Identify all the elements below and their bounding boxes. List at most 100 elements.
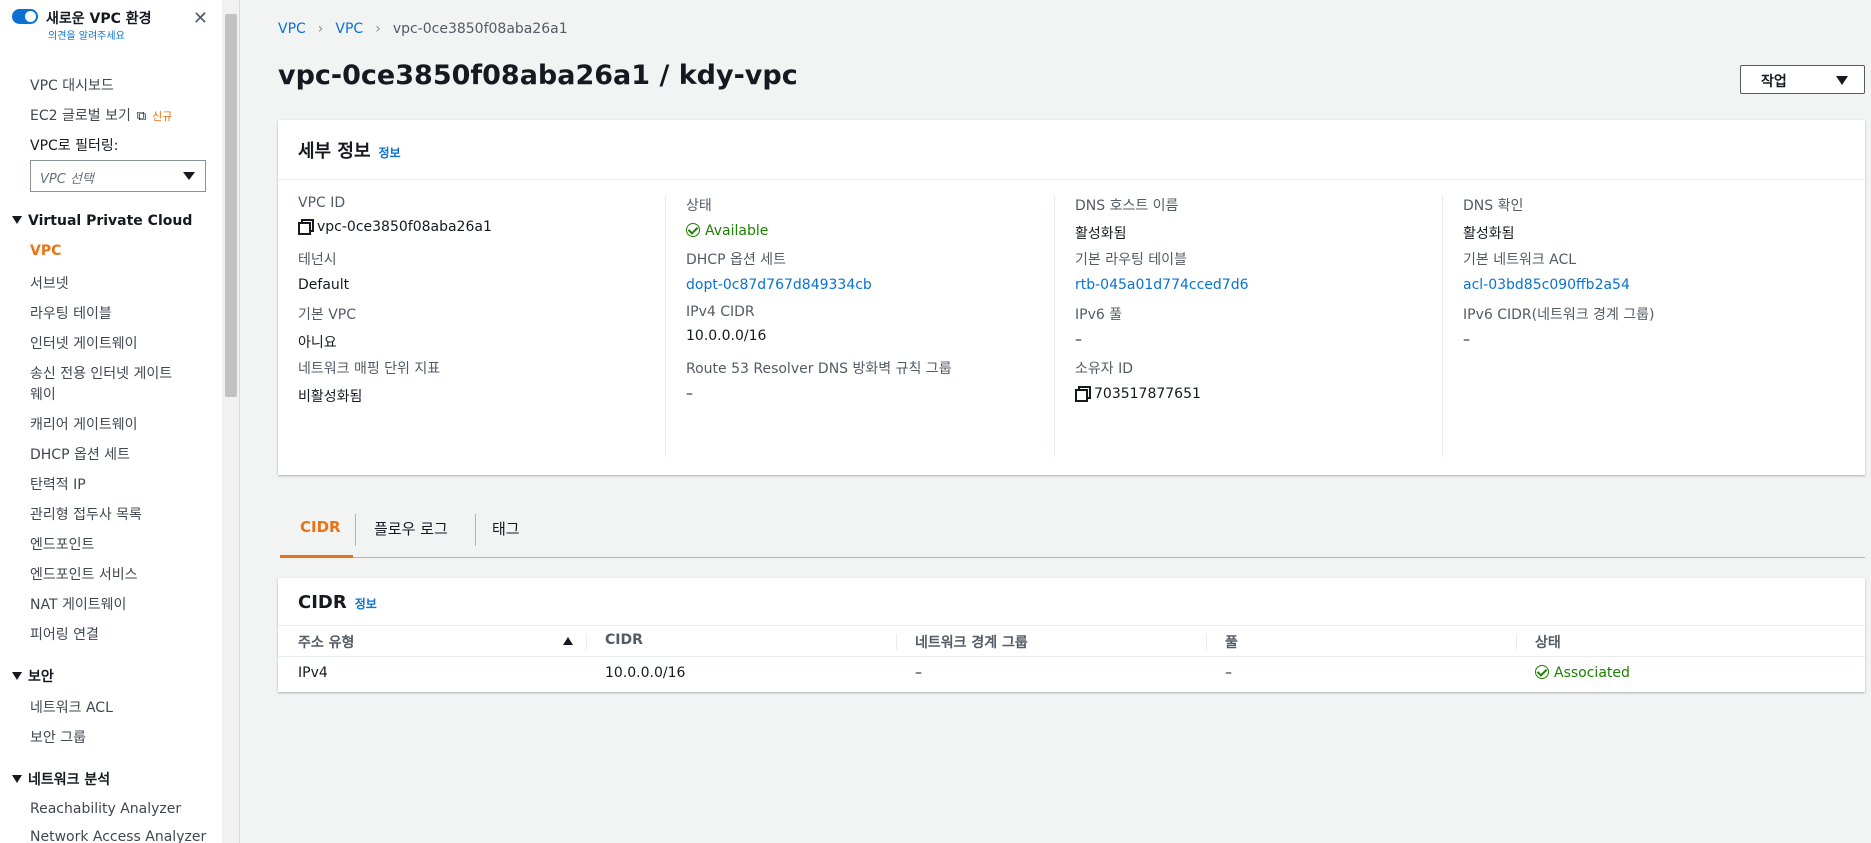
sidebar-item-reachability-analyzer[interactable]: Reachability Analyzer: [30, 801, 181, 817]
cell-address-type: IPv4: [298, 665, 328, 681]
field-owner-id: 소유자 ID 703517877651: [1075, 358, 1201, 402]
sidebar: 새로운 VPC 환경 의견을 알려주세요 ✕ VPC 대시보드 EC2 글로벌 …: [0, 0, 222, 843]
table-row[interactable]: IPv4 10.0.0.0/16 – – Associated: [278, 658, 1865, 691]
tab-flow-logs[interactable]: 플로우 로그: [356, 510, 475, 558]
scrollbar-thumb[interactable]: [225, 14, 237, 397]
sidebar-item-egress-only-igw[interactable]: 송신 전용 인터넷 게이트: [30, 363, 172, 383]
column-divider[interactable]: [586, 634, 587, 650]
field-dns-resolution: DNS 확인 활성화됨: [1463, 195, 1523, 243]
copy-icon[interactable]: [1075, 386, 1091, 402]
check-circle-icon: [686, 223, 700, 237]
sidebar-item-elastic-ips[interactable]: 탄력적 IP: [30, 474, 86, 494]
sidebar-item-internet-gateways[interactable]: 인터넷 게이트웨이: [30, 333, 138, 353]
sidebar-item-dhcp-option-sets[interactable]: DHCP 옵션 세트: [30, 444, 130, 464]
sidebar-item-peering-connections[interactable]: 피어링 연결: [30, 624, 99, 644]
details-column-1: VPC ID vpc-0ce3850f08aba26a1 테넌시 Default…: [278, 195, 668, 457]
cell-status: Associated: [1535, 665, 1630, 681]
column-header-cidr[interactable]: CIDR: [605, 632, 643, 648]
details-header: 세부 정보 정보: [278, 120, 1865, 180]
field-label: IPv4 CIDR: [686, 304, 755, 320]
sidebar-item-endpoints[interactable]: 엔드포인트: [30, 534, 94, 554]
field-label: 기본 라우팅 테이블: [1075, 252, 1187, 268]
section-title: 네트워크 분석: [28, 772, 111, 788]
breadcrumb-vpc[interactable]: VPC: [278, 21, 306, 37]
field-ipv4-cidr: IPv4 CIDR 10.0.0.0/16: [686, 304, 766, 344]
tab-label: CIDR: [300, 518, 341, 536]
sidebar-item-managed-prefix-lists[interactable]: 관리형 접두사 목록: [30, 504, 142, 524]
cell-network-border-group: –: [915, 665, 922, 681]
route-table-link[interactable]: rtb-045a01d774cced7d6: [1075, 277, 1249, 293]
caret-down-icon: [12, 672, 22, 680]
vpc-filter-select[interactable]: VPC 선택: [30, 160, 206, 192]
section-virtual-private-cloud[interactable]: Virtual Private Cloud: [12, 213, 192, 229]
sidebar-item-vpc[interactable]: VPC: [30, 243, 61, 259]
column-header-address-type[interactable]: 주소 유형: [298, 632, 354, 652]
info-link[interactable]: 정보: [355, 597, 377, 611]
tab-tags[interactable]: 태그: [476, 510, 546, 558]
field-value: Default: [298, 277, 350, 293]
close-icon[interactable]: ✕: [193, 10, 208, 28]
field-label: DHCP 옵션 세트: [686, 252, 786, 268]
section-security[interactable]: 보안: [12, 666, 54, 686]
actions-button[interactable]: 작업: [1740, 65, 1865, 94]
new-vpc-experience-header: 새로운 VPC 환경 의견을 알려주세요 ✕: [12, 8, 208, 42]
field-label: IPv6 CIDR(네트워크 경계 그룹): [1463, 307, 1655, 323]
field-label: 소유자 ID: [1075, 361, 1133, 377]
sidebar-scrollbar[interactable]: [222, 0, 240, 843]
cidr-panel: CIDR 정보 주소 유형 CIDR 네트워크 경계 그룹 풀 상태 IPv4 1…: [278, 578, 1865, 692]
field-dns-hostnames: DNS 호스트 이름 활성화됨: [1075, 195, 1178, 243]
sort-ascending-icon[interactable]: [563, 637, 573, 645]
breadcrumb-vpcs[interactable]: VPC: [335, 21, 363, 37]
page-title: vpc-0ce3850f08aba26a1 / kdy-vpc: [278, 60, 798, 91]
section-network-analysis[interactable]: 네트워크 분석: [12, 769, 110, 789]
feedback-link[interactable]: 의견을 알려주세요: [48, 27, 125, 42]
sidebar-item-vpc-dashboard[interactable]: VPC 대시보드: [30, 75, 114, 95]
tab-cidr[interactable]: CIDR: [280, 510, 353, 558]
column-divider[interactable]: [1516, 634, 1517, 650]
field-main-network-acl: 기본 네트워크 ACL acl-03bd85c090ffb2a54: [1463, 249, 1630, 293]
sidebar-item-route-tables[interactable]: 라우팅 테이블: [30, 303, 112, 323]
field-route53-firewall: Route 53 Resolver DNS 방화벽 규칙 그룹 –: [686, 358, 952, 402]
column-divider[interactable]: [896, 634, 897, 650]
network-acl-link[interactable]: acl-03bd85c090ffb2a54: [1463, 277, 1630, 293]
new-vpc-toggle[interactable]: [12, 9, 38, 24]
sidebar-item-subnets[interactable]: 서브넷: [30, 273, 69, 293]
owner-id-value: 703517877651: [1094, 386, 1201, 402]
sidebar-item-carrier-gateways[interactable]: 캐리어 게이트웨이: [30, 414, 138, 434]
status-text: Associated: [1554, 665, 1630, 681]
field-ipv6-cidr: IPv6 CIDR(네트워크 경계 그룹) –: [1463, 304, 1655, 348]
vpc-filter-placeholder: VPC 선택: [40, 172, 94, 187]
field-ipv6-pool: IPv6 풀 –: [1075, 304, 1122, 348]
field-value: 703517877651: [1075, 386, 1201, 402]
column-header-status[interactable]: 상태: [1535, 632, 1561, 652]
breadcrumb-current: vpc-0ce3850f08aba26a1: [392, 21, 568, 37]
sidebar-item-ec2-global-view[interactable]: EC2 글로벌 보기 ⧉ 신규: [30, 105, 172, 125]
field-network-mapping-metrics: 네트워크 매핑 단위 지표 비활성화됨: [298, 358, 440, 406]
tab-label: 플로우 로그: [374, 520, 448, 538]
field-vpc-id: VPC ID vpc-0ce3850f08aba26a1: [298, 195, 492, 235]
field-value: –: [1075, 332, 1082, 348]
column-divider[interactable]: [1206, 634, 1207, 650]
sidebar-item-security-groups[interactable]: 보안 그룹: [30, 727, 86, 747]
sidebar-item-endpoint-services[interactable]: 엔드포인트 서비스: [30, 564, 138, 584]
column-header-network-border-group[interactable]: 네트워크 경계 그룹: [915, 632, 1028, 652]
sidebar-item-nat-gateways[interactable]: NAT 게이트웨이: [30, 594, 126, 614]
new-badge: 신규: [152, 110, 173, 123]
main-content: VPC › VPC › vpc-0ce3850f08aba26a1 vpc-0ce385…: [240, 0, 1871, 843]
status-text: Available: [705, 223, 769, 239]
sidebar-item-network-access-analyzer[interactable]: Network Access Analyzer: [30, 829, 206, 843]
vpc-id-value: vpc-0ce3850f08aba26a1: [317, 219, 492, 235]
info-link[interactable]: 정보: [379, 146, 401, 160]
field-label: 네트워크 매핑 단위 지표: [298, 361, 441, 377]
field-label: 기본 네트워크 ACL: [1463, 252, 1577, 268]
field-default-vpc: 기본 VPC 아니요: [298, 304, 356, 352]
sidebar-item-network-acls[interactable]: 네트워크 ACL: [30, 697, 113, 717]
field-value: 활성화됨: [1075, 226, 1127, 242]
vpc-filter-label: VPC로 필터링:: [30, 138, 119, 154]
field-state: 상태 Available: [686, 195, 768, 239]
details-column-4: DNS 확인 활성화됨 기본 네트워크 ACL acl-03bd85c090ff…: [1442, 195, 1832, 457]
copy-icon[interactable]: [298, 219, 314, 235]
dhcp-options-link[interactable]: dopt-0c87d767d849334cb: [686, 277, 872, 293]
column-header-pool[interactable]: 풀: [1225, 632, 1238, 652]
sidebar-item-egress-only-igw-cont[interactable]: 웨이: [30, 384, 56, 404]
